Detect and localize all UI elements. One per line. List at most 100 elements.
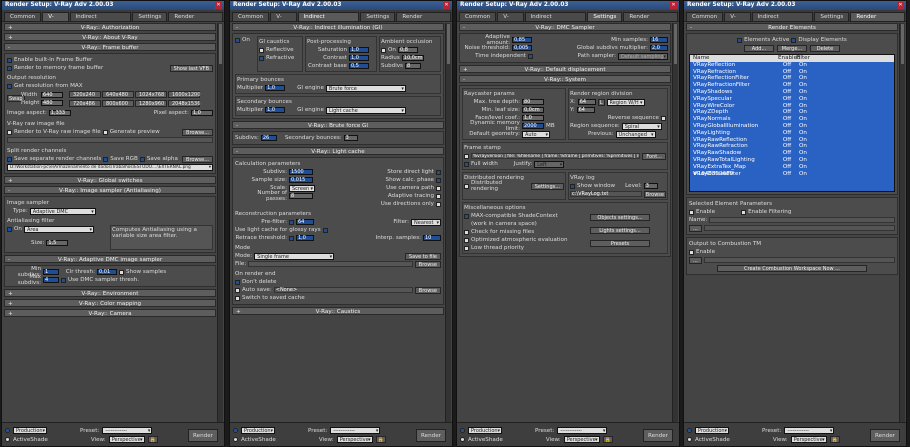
- activeshade-radio[interactable]: [460, 437, 465, 442]
- optimized-atmo-checkbox[interactable]: [464, 237, 469, 243]
- show-window-checkbox[interactable]: [570, 183, 575, 189]
- lock-icon[interactable]: 🔒: [375, 436, 386, 443]
- log-browse-button[interactable]: Browse: [643, 190, 666, 198]
- rollout-dmc-sampler[interactable]: - V-Ray:: DMC Sampler: [459, 23, 671, 31]
- preset-size-button[interactable]: 720x486: [69, 99, 101, 107]
- raw-path-field[interactable]: [7, 137, 213, 143]
- x-spinner[interactable]: 64: [577, 99, 596, 105]
- table-row[interactable]: VRayRefraction Off On: [690, 69, 894, 76]
- display-elements-checkbox[interactable]: [791, 37, 797, 43]
- element-path-button[interactable]: ...: [689, 224, 702, 232]
- ao-on-checkbox[interactable]: [381, 47, 386, 53]
- refractive-checkbox[interactable]: [259, 55, 264, 61]
- generate-preview-checkbox[interactable]: [102, 129, 108, 135]
- max-tree-spinner[interactable]: 80: [522, 99, 544, 105]
- image-aspect-spinner[interactable]: 1,333: [48, 110, 71, 116]
- path-sampler-dropdown[interactable]: Default sampling: [618, 52, 668, 60]
- rollout-about-vray[interactable]: + V-Ray:: About V-Ray: [4, 33, 216, 41]
- table-row[interactable]: VRayNormals Off On: [690, 116, 894, 123]
- elements-table[interactable]: Name Enabled Filter VRayReflection Off On VRa…: [689, 54, 895, 192]
- render-button[interactable]: Render: [416, 429, 446, 442]
- aa-on-checkbox[interactable]: [7, 226, 12, 232]
- tab-common[interactable]: Common: [459, 12, 497, 21]
- table-row[interactable]: VRayLighting Off On: [690, 130, 894, 137]
- rollout-gi[interactable]: - V-Ray:: Indirect illumination (GI): [232, 23, 444, 31]
- previous-dropdown[interactable]: Unchanged: [615, 130, 656, 138]
- tab-indirect-illumination[interactable]: Indirect illumination: [524, 12, 587, 29]
- tab-common[interactable]: Common: [232, 12, 270, 21]
- rollout-environment[interactable]: + V-Ray:: Environment: [4, 289, 216, 297]
- rollout-system[interactable]: - V-Ray:: System: [459, 75, 671, 83]
- max-compat-checkbox[interactable]: [464, 213, 469, 219]
- frame-stamp-field[interactable]: %vrayversion | file: %filename | frame: …: [471, 153, 641, 159]
- tab-indirect-illumination[interactable]: Indirect illumination: [69, 12, 132, 29]
- min-leaf-spinner[interactable]: 0,0cm: [522, 107, 544, 113]
- render-to-memory-checkbox[interactable]: [7, 65, 12, 71]
- use-directions-checkbox[interactable]: [436, 201, 441, 207]
- tab-settings[interactable]: Settings: [814, 12, 850, 21]
- table-row[interactable]: VRayExtraTex_Map #1848309689 Off On: [690, 164, 894, 177]
- min-subdivs-spinner[interactable]: 1: [43, 269, 59, 275]
- mode-dropdown[interactable]: Single frame: [254, 252, 335, 260]
- save-alpha-checkbox[interactable]: [139, 156, 145, 162]
- render-raw-checkbox[interactable]: [7, 129, 12, 135]
- switch-saved-checkbox[interactable]: [235, 295, 240, 301]
- activeshade-radio[interactable]: [233, 437, 238, 442]
- pb-engine-dropdown[interactable]: Brute force: [325, 84, 406, 92]
- table-row[interactable]: VRayShadows Off On: [690, 89, 894, 96]
- browse-split-button[interactable]: Browse...: [182, 155, 213, 163]
- element-path-field[interactable]: [703, 225, 895, 231]
- contrast-spinner[interactable]: 1,0: [349, 55, 369, 61]
- enable-filtering-checkbox[interactable]: [741, 209, 747, 215]
- view-dropdown[interactable]: Perspective: [563, 436, 600, 443]
- level-spinner[interactable]: 3: [643, 183, 658, 189]
- tab-indirect-illumination[interactable]: Indirect illumination: [297, 12, 360, 29]
- reflective-checkbox[interactable]: [259, 47, 264, 53]
- split-path-field[interactable]: D:\Workstation-pc\e\Armazenamento de dad…: [7, 163, 213, 171]
- table-row[interactable]: VRayReflectionFilter Off On: [690, 75, 894, 82]
- lights-settings-button[interactable]: Lights settings...: [590, 227, 650, 234]
- justify-dropdown[interactable]: Left: [534, 160, 565, 168]
- region-wh-dropdown[interactable]: Region W/H: [606, 98, 645, 106]
- height-spinner[interactable]: 480: [41, 100, 63, 106]
- view-dropdown[interactable]: Perspective: [336, 436, 373, 443]
- enable-element-checkbox[interactable]: [689, 209, 694, 215]
- combustion-path-button[interactable]: ...: [689, 256, 702, 264]
- tab-vray[interactable]: V-Ray: [270, 12, 297, 29]
- bf-subdivs-spinner[interactable]: 26: [260, 135, 277, 141]
- production-dropdown[interactable]: Production: [241, 427, 275, 434]
- dont-delete-checkbox[interactable]: [235, 279, 240, 285]
- table-row[interactable]: VRayZDepth Off On: [690, 109, 894, 116]
- width-spinner[interactable]: 640: [41, 92, 63, 98]
- filter-dropdown[interactable]: Nearest: [411, 218, 441, 226]
- preset-size-button[interactable]: 800x600: [102, 99, 134, 107]
- enable-frame-buffer-checkbox[interactable]: [7, 57, 12, 63]
- get-resolution-checkbox[interactable]: [7, 83, 12, 89]
- combustion-path-field[interactable]: [703, 257, 895, 263]
- tab-common[interactable]: Common: [4, 12, 42, 21]
- tab-settings[interactable]: Settings: [132, 12, 168, 21]
- close-icon[interactable]: ✕: [443, 2, 450, 9]
- add-button[interactable]: Add...: [744, 44, 774, 52]
- show-calc-checkbox[interactable]: [436, 177, 441, 183]
- face-coef-spinner[interactable]: 1,0: [522, 115, 544, 121]
- tab-settings[interactable]: Settings: [360, 12, 396, 21]
- production-dropdown[interactable]: Production: [13, 427, 47, 434]
- max-subdivs-spinner[interactable]: 4: [43, 277, 59, 283]
- production-radio[interactable]: [687, 428, 692, 433]
- preset-size-button[interactable]: 1024x768: [135, 91, 167, 98]
- tab-indirect-illumination[interactable]: Indirect illumination: [751, 12, 814, 29]
- noise-threshold-spinner[interactable]: 0,005: [512, 45, 532, 51]
- full-width-checkbox[interactable]: [464, 161, 469, 167]
- table-row[interactable]: VRayRefractionFilter Off On: [690, 82, 894, 89]
- tab-vray[interactable]: V-Ray: [724, 12, 751, 29]
- ao-radius-spinner[interactable]: 10,0cm: [401, 55, 424, 61]
- min-samples-spinner[interactable]: 16: [650, 37, 668, 43]
- show-last-vfb-button[interactable]: Show last VFB: [169, 64, 213, 72]
- region-seq-dropdown[interactable]: Spiral: [621, 122, 662, 130]
- col-filter[interactable]: Filter: [796, 55, 810, 62]
- low-thread-checkbox[interactable]: [464, 245, 469, 251]
- check-missing-checkbox[interactable]: [464, 229, 469, 235]
- tab-vray[interactable]: V-Ray: [497, 12, 524, 29]
- tab-render-elements[interactable]: Render Elements: [850, 12, 905, 29]
